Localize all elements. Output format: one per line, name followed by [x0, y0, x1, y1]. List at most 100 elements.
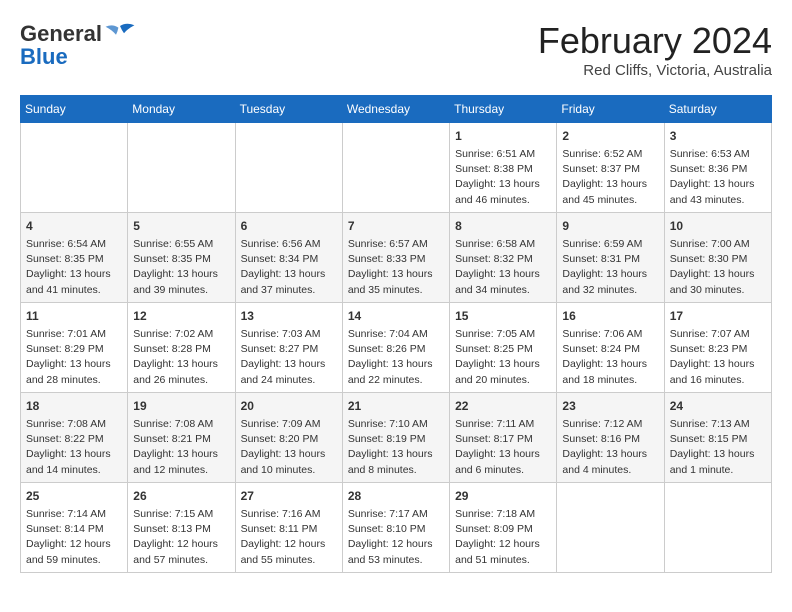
day-info: Sunrise: 6:51 AMSunset: 8:38 PMDaylight:… [455, 147, 551, 208]
day-number: 15 [455, 307, 551, 325]
day-number: 28 [348, 487, 444, 505]
day-info: Sunrise: 6:53 AMSunset: 8:36 PMDaylight:… [670, 147, 766, 208]
day-info: Sunrise: 6:58 AMSunset: 8:32 PMDaylight:… [455, 237, 551, 298]
calendar-cell: 23Sunrise: 7:12 AMSunset: 8:16 PMDayligh… [557, 393, 664, 483]
day-info: Sunrise: 7:03 AMSunset: 8:27 PMDaylight:… [241, 327, 337, 388]
day-number: 3 [670, 127, 766, 145]
day-number: 7 [348, 217, 444, 235]
header-row: SundayMondayTuesdayWednesdayThursdayFrid… [21, 96, 772, 123]
calendar-cell: 2 Sunrise: 6:52 AMSunset: 8:37 PMDaylight… [557, 123, 664, 213]
day-info: Sunrise: 7:15 AMSunset: 8:13 PMDaylight:… [133, 507, 229, 568]
day-info: Sunrise: 7:01 AMSunset: 8:29 PMDaylight:… [26, 327, 122, 388]
day-number: 29 [455, 487, 551, 505]
calendar-cell: 4 Sunrise: 6:54 AMSunset: 8:35 PMDaylight… [21, 213, 128, 303]
day-number: 23 [562, 397, 658, 415]
day-info: Sunrise: 7:07 AMSunset: 8:23 PMDaylight:… [670, 327, 766, 388]
calendar-cell: 22 Sunrise: 7:11 AMSunset: 8:17 PMDayligh… [450, 393, 557, 483]
day-number: 27 [241, 487, 337, 505]
calendar-cell [235, 123, 342, 213]
day-info: Sunrise: 6:52 AMSunset: 8:37 PMDaylight:… [562, 147, 658, 208]
day-number: 1 [455, 127, 551, 145]
calendar-cell [557, 483, 664, 573]
title-block: February 2024 Red Cliffs, Victoria, Aust… [538, 20, 772, 79]
day-number: 22 [455, 397, 551, 415]
calendar-cell: 21 Sunrise: 7:10 AMSunset: 8:19 PMDayligh… [342, 393, 449, 483]
day-number: 19 [133, 397, 229, 415]
day-info: Sunrise: 7:09 AMSunset: 8:20 PMDaylight:… [241, 417, 337, 478]
calendar-cell: 3 Sunrise: 6:53 AMSunset: 8:36 PMDaylight… [664, 123, 771, 213]
day-number: 5 [133, 217, 229, 235]
week-row-4: 18 Sunrise: 7:08 AMSunset: 8:22 PMDayligh… [21, 393, 772, 483]
day-number: 6 [241, 217, 337, 235]
week-row-5: 25 Sunrise: 7:14 AMSunset: 8:14 PMDayligh… [21, 483, 772, 573]
day-info: Sunrise: 7:14 AMSunset: 8:14 PMDaylight:… [26, 507, 122, 568]
day-info: Sunrise: 7:18 AMSunset: 8:09 PMDaylight:… [455, 507, 551, 568]
logo-general: General [20, 22, 102, 46]
day-number: 25 [26, 487, 122, 505]
calendar-body: 1 Sunrise: 6:51 AMSunset: 8:38 PMDaylight… [21, 123, 772, 573]
day-number: 21 [348, 397, 444, 415]
calendar-cell: 15 Sunrise: 7:05 AMSunset: 8:25 PMDayligh… [450, 303, 557, 393]
day-info: Sunrise: 7:04 AMSunset: 8:26 PMDaylight:… [348, 327, 444, 388]
day-number: 13 [241, 307, 337, 325]
day-number: 9 [562, 217, 658, 235]
calendar-cell: 25 Sunrise: 7:14 AMSunset: 8:14 PMDayligh… [21, 483, 128, 573]
calendar-cell: 6 Sunrise: 6:56 AMSunset: 8:34 PMDaylight… [235, 213, 342, 303]
header-sunday: Sunday [21, 96, 128, 123]
calendar-header: SundayMondayTuesdayWednesdayThursdayFrid… [21, 96, 772, 123]
calendar-cell [342, 123, 449, 213]
day-number: 4 [26, 217, 122, 235]
week-row-3: 11 Sunrise: 7:01 AMSunset: 8:29 PMDayligh… [21, 303, 772, 393]
day-number: 11 [26, 307, 122, 325]
day-info: Sunrise: 7:08 AMSunset: 8:21 PMDaylight:… [133, 417, 229, 478]
calendar-cell: 26 Sunrise: 7:15 AMSunset: 8:13 PMDayligh… [128, 483, 235, 573]
day-number: 10 [670, 217, 766, 235]
calendar-cell: 28Sunrise: 7:17 AMSunset: 8:10 PMDayligh… [342, 483, 449, 573]
logo-bird-icon [104, 20, 136, 48]
day-number: 2 [562, 127, 658, 145]
day-number: 26 [133, 487, 229, 505]
day-number: 8 [455, 217, 551, 235]
day-info: Sunrise: 7:13 AMSunset: 8:15 PMDaylight:… [670, 417, 766, 478]
calendar-cell: 1 Sunrise: 6:51 AMSunset: 8:38 PMDaylight… [450, 123, 557, 213]
calendar-cell: 18 Sunrise: 7:08 AMSunset: 8:22 PMDayligh… [21, 393, 128, 483]
calendar-cell [128, 123, 235, 213]
calendar-cell: 12 Sunrise: 7:02 AMSunset: 8:28 PMDayligh… [128, 303, 235, 393]
logo: General Blue [20, 20, 136, 70]
day-number: 17 [670, 307, 766, 325]
header-thursday: Thursday [450, 96, 557, 123]
day-number: 18 [26, 397, 122, 415]
calendar-cell [21, 123, 128, 213]
day-number: 12 [133, 307, 229, 325]
header-monday: Monday [128, 96, 235, 123]
day-info: Sunrise: 7:05 AMSunset: 8:25 PMDaylight:… [455, 327, 551, 388]
day-info: Sunrise: 7:10 AMSunset: 8:19 PMDaylight:… [348, 417, 444, 478]
calendar-cell: 11 Sunrise: 7:01 AMSunset: 8:29 PMDayligh… [21, 303, 128, 393]
day-info: Sunrise: 6:59 AMSunset: 8:31 PMDaylight:… [562, 237, 658, 298]
day-info: Sunrise: 7:02 AMSunset: 8:28 PMDaylight:… [133, 327, 229, 388]
logo-blue: Blue [20, 44, 68, 70]
calendar-cell: 24Sunrise: 7:13 AMSunset: 8:15 PMDayligh… [664, 393, 771, 483]
day-number: 16 [562, 307, 658, 325]
calendar-cell: 17 Sunrise: 7:07 AMSunset: 8:23 PMDayligh… [664, 303, 771, 393]
calendar-cell: 27Sunrise: 7:16 AMSunset: 8:11 PMDayligh… [235, 483, 342, 573]
day-info: Sunrise: 6:56 AMSunset: 8:34 PMDaylight:… [241, 237, 337, 298]
calendar-cell: 14 Sunrise: 7:04 AMSunset: 8:26 PMDayligh… [342, 303, 449, 393]
week-row-2: 4 Sunrise: 6:54 AMSunset: 8:35 PMDaylight… [21, 213, 772, 303]
month-year: February 2024 [538, 20, 772, 62]
calendar-table: SundayMondayTuesdayWednesdayThursdayFrid… [20, 95, 772, 573]
calendar-cell: 20 Sunrise: 7:09 AMSunset: 8:20 PMDayligh… [235, 393, 342, 483]
calendar-cell: 7 Sunrise: 6:57 AMSunset: 8:33 PMDaylight… [342, 213, 449, 303]
header-tuesday: Tuesday [235, 96, 342, 123]
day-info: Sunrise: 7:08 AMSunset: 8:22 PMDaylight:… [26, 417, 122, 478]
calendar-cell: 29 Sunrise: 7:18 AMSunset: 8:09 PMDayligh… [450, 483, 557, 573]
day-info: Sunrise: 6:57 AMSunset: 8:33 PMDaylight:… [348, 237, 444, 298]
calendar-cell: 13 Sunrise: 7:03 AMSunset: 8:27 PMDayligh… [235, 303, 342, 393]
calendar-cell: 5Sunrise: 6:55 AMSunset: 8:35 PMDaylight… [128, 213, 235, 303]
day-number: 14 [348, 307, 444, 325]
day-info: Sunrise: 7:11 AMSunset: 8:17 PMDaylight:… [455, 417, 551, 478]
day-info: Sunrise: 6:54 AMSunset: 8:35 PMDaylight:… [26, 237, 122, 298]
location: Red Cliffs, Victoria, Australia [538, 62, 772, 79]
day-info: Sunrise: 7:00 AMSunset: 8:30 PMDaylight:… [670, 237, 766, 298]
day-number: 20 [241, 397, 337, 415]
